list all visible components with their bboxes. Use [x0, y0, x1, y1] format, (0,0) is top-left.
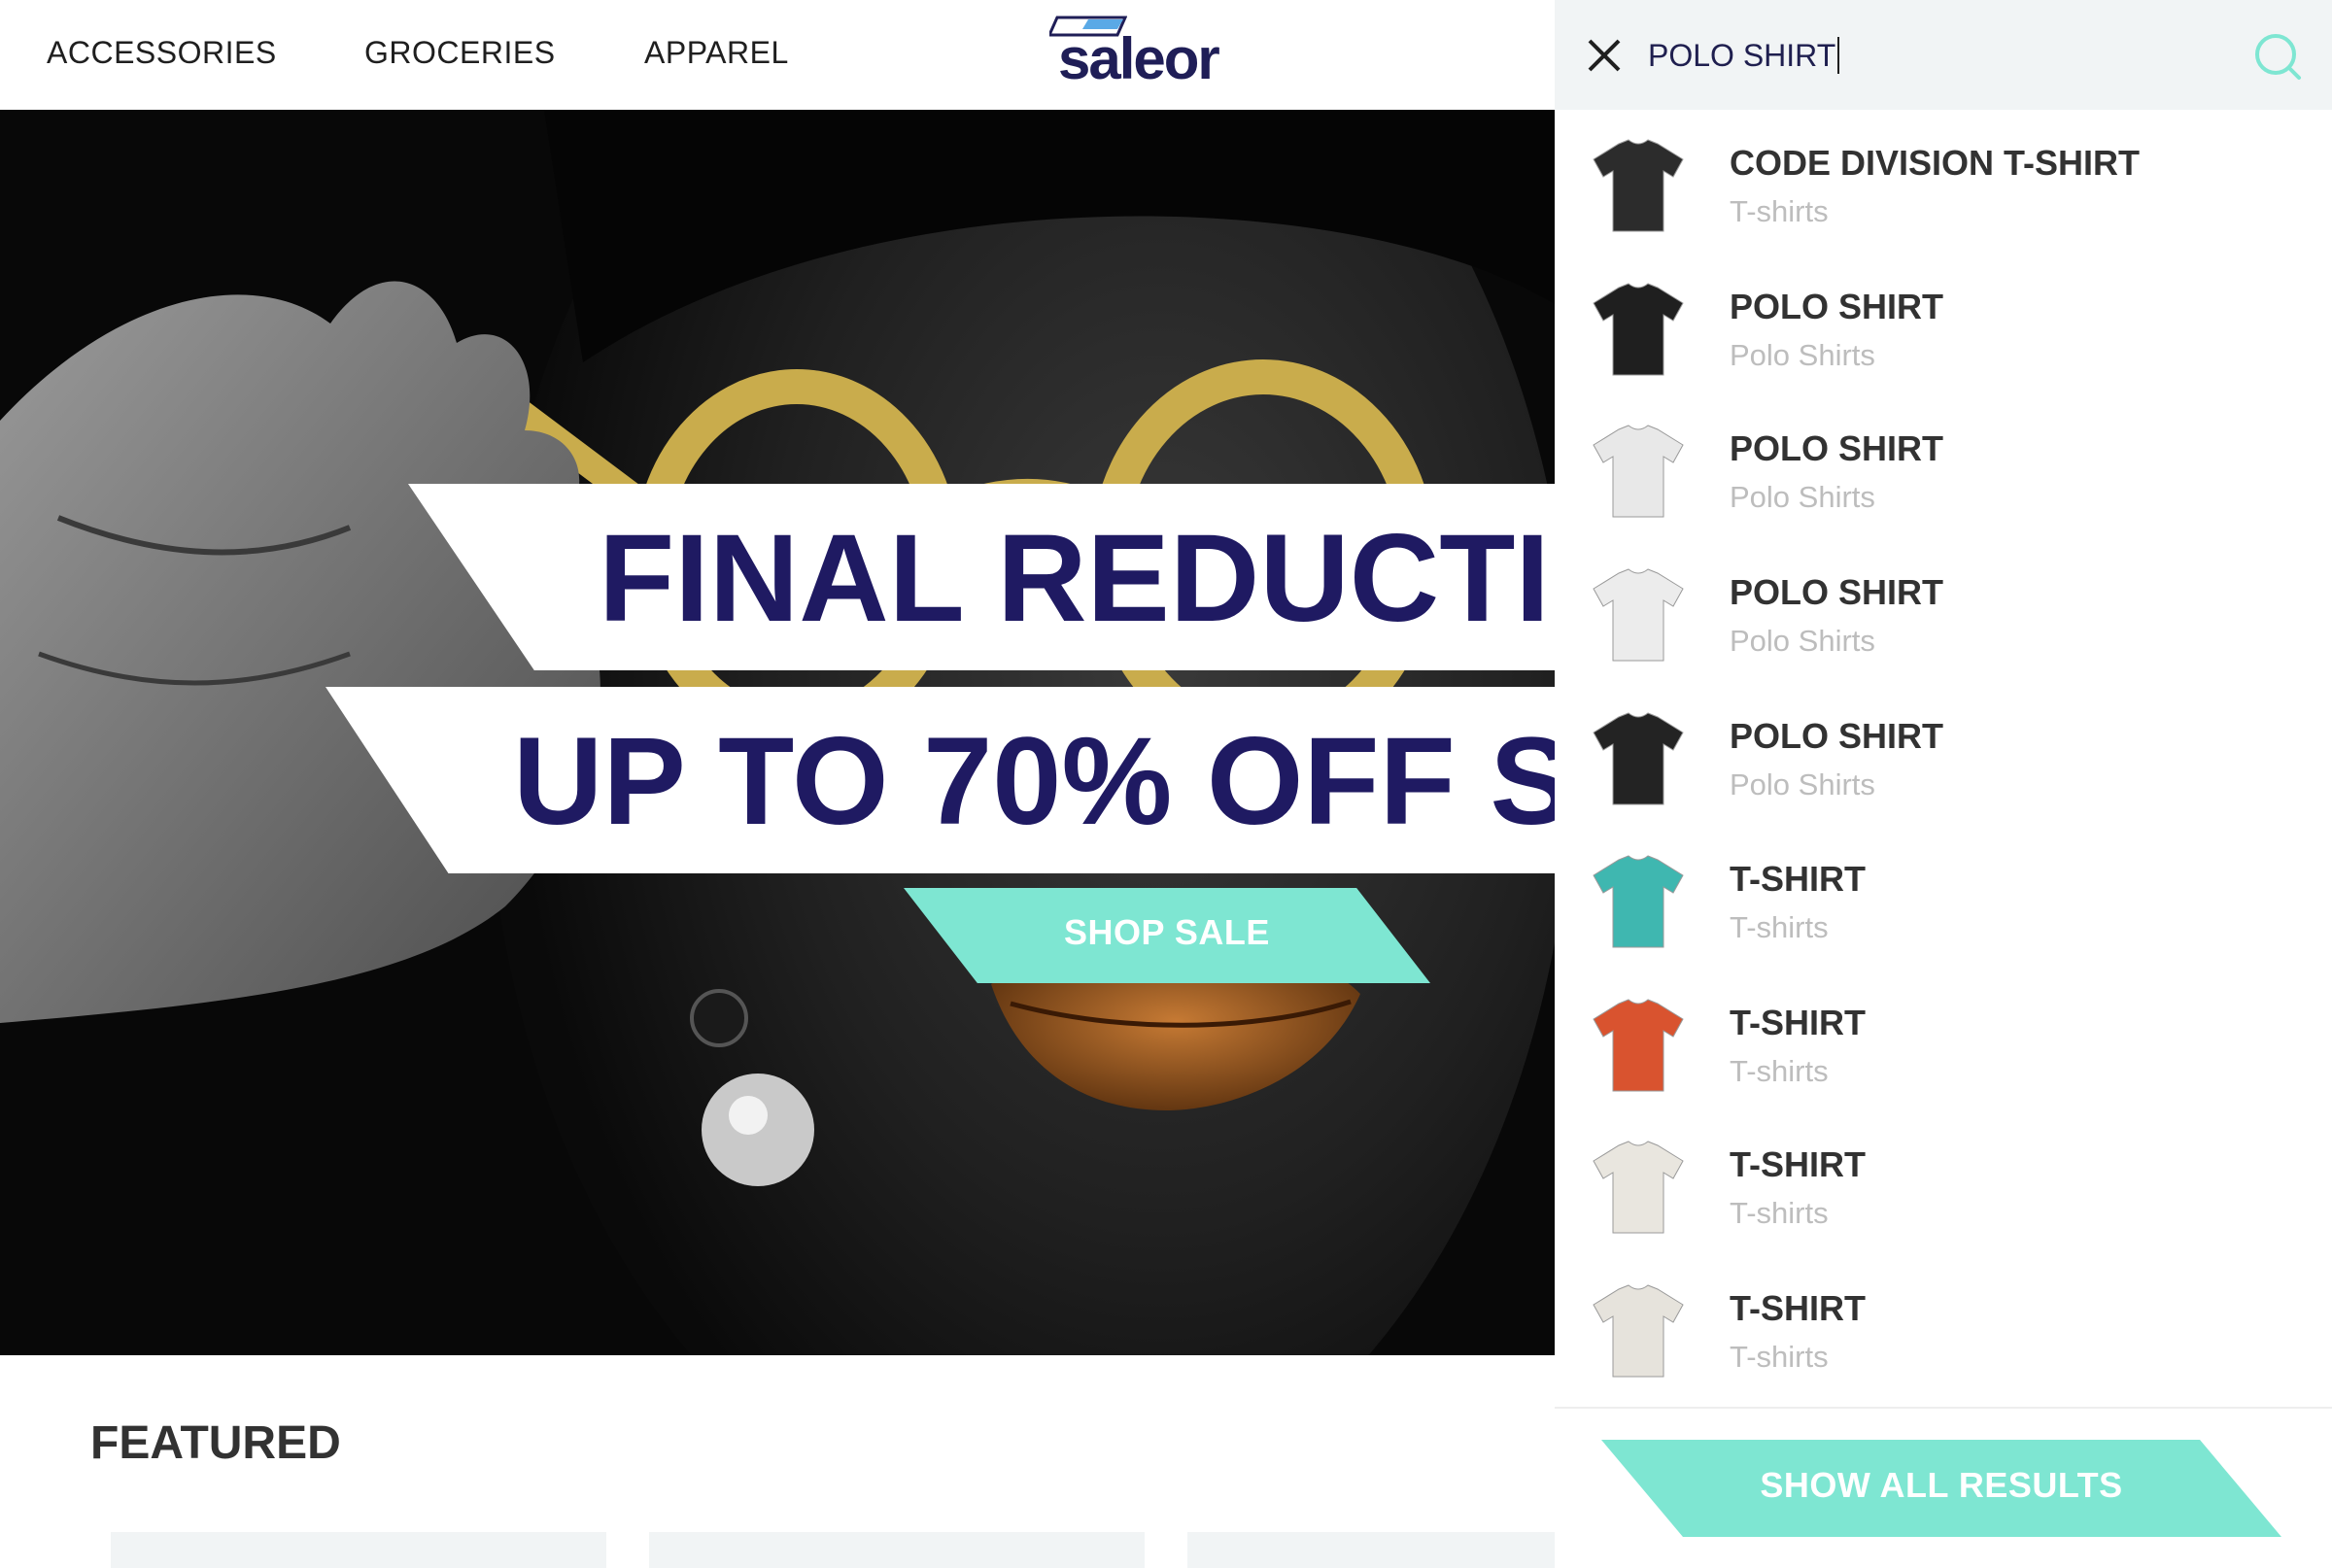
product-thumbnail-icon — [1593, 1284, 1684, 1378]
result-category: Polo Shirts — [1730, 480, 1875, 514]
product-thumbnail-icon — [1593, 712, 1684, 805]
show-all-results-label: SHOW ALL RESULTS — [1760, 1465, 2123, 1505]
result-product-name: POLO SHIRT — [1730, 572, 1944, 612]
result-product-name: T-SHIRT — [1730, 1288, 1866, 1328]
search-bar — [1555, 0, 2332, 110]
search-input[interactable] — [1648, 29, 2192, 82]
headline-banner-2: UP TO 70% OFF SALE — [326, 687, 1555, 873]
search-result-item[interactable]: T-SHIRT T-shirts — [1555, 1267, 2332, 1410]
product-thumbnail-icon — [1593, 1141, 1684, 1234]
featured-product-card[interactable] — [649, 1532, 1145, 1568]
hero-headline-2: UP TO 70% OFF SALE — [513, 712, 1555, 851]
result-product-name: POLO SHIRT — [1730, 287, 1944, 326]
result-category: T-shirts — [1730, 1054, 1829, 1088]
search-result-item[interactable]: T-SHIRT T-shirts — [1555, 1123, 2332, 1266]
search-result-item[interactable]: POLO SHIRT Polo Shirts — [1555, 265, 2332, 408]
nav-item-accessories[interactable]: ACCESSORIES — [47, 35, 277, 71]
result-product-name: T-SHIRT — [1730, 1003, 1866, 1042]
logo-text: saleor — [1058, 26, 1220, 91]
featured-product-card[interactable] — [1187, 1532, 1555, 1568]
search-result-item[interactable]: POLO SHIRT Polo Shirts — [1555, 695, 2332, 837]
result-product-name: POLO SHIRT — [1730, 716, 1944, 756]
product-thumbnail-icon — [1593, 139, 1684, 232]
product-thumbnail-icon — [1593, 568, 1684, 662]
featured-product-card[interactable] — [111, 1532, 606, 1568]
shop-sale-button[interactable]: SHOP SALE — [904, 888, 1430, 983]
result-category: T-shirts — [1730, 194, 1829, 228]
search-result-item[interactable]: T-SHIRT T-shirts — [1555, 981, 2332, 1124]
result-category: T-shirts — [1730, 1196, 1829, 1230]
text-caret — [1837, 37, 1839, 74]
shop-sale-label: SHOP SALE — [1064, 912, 1270, 952]
result-category: Polo Shirts — [1730, 767, 1875, 801]
search-icon[interactable] — [2252, 31, 2303, 82]
hero-headline-1: FINAL REDUCTIONS — [599, 509, 1555, 648]
result-category: T-shirts — [1730, 1340, 1829, 1374]
search-result-item[interactable]: POLO SHIRT Polo Shirts — [1555, 551, 2332, 694]
product-thumbnail-icon — [1593, 425, 1684, 518]
product-thumbnail-icon — [1593, 283, 1684, 376]
featured-heading: FEATURED — [90, 1417, 341, 1469]
result-category: T-shirts — [1730, 910, 1829, 944]
result-product-name: POLO SHIRT — [1730, 428, 1944, 468]
show-all-results-button[interactable]: SHOW ALL RESULTS — [1601, 1440, 2281, 1537]
result-product-name: T-SHIRT — [1730, 1144, 1866, 1184]
hero-banner: FINAL REDUCTIONS UP TO 70% OFF SALE SHOP… — [0, 110, 1555, 1355]
search-panel: CODE DIVISION T-SHIRTT-shirtsPOLO SHIRTP… — [1555, 0, 2332, 1568]
nav-item-apparel[interactable]: APPAREL — [644, 35, 789, 71]
product-thumbnail-icon — [1593, 999, 1684, 1092]
result-category: Polo Shirts — [1730, 624, 1875, 658]
saleor-logo[interactable]: saleor — [1046, 14, 1230, 91]
product-thumbnail-icon — [1593, 855, 1684, 948]
search-result-item[interactable]: CODE DIVISION T-SHIRT T-shirts — [1555, 121, 2332, 264]
divider — [1555, 1407, 2332, 1409]
top-navigation: ACCESSORIES GROCERIES APPAREL saleor — [0, 0, 1555, 110]
nav-item-groceries[interactable]: GROCERIES — [364, 35, 556, 71]
search-result-item[interactable]: POLO SHIRT Polo Shirts — [1555, 407, 2332, 550]
result-category: Polo Shirts — [1730, 338, 1875, 372]
result-product-name: CODE DIVISION T-SHIRT — [1730, 143, 2141, 183]
result-product-name: T-SHIRT — [1730, 859, 1866, 899]
headline-banner-1: FINAL REDUCTIONS — [408, 484, 1555, 670]
close-icon[interactable] — [1582, 33, 1627, 78]
search-result-item[interactable]: T-SHIRT T-shirts — [1555, 837, 2332, 980]
